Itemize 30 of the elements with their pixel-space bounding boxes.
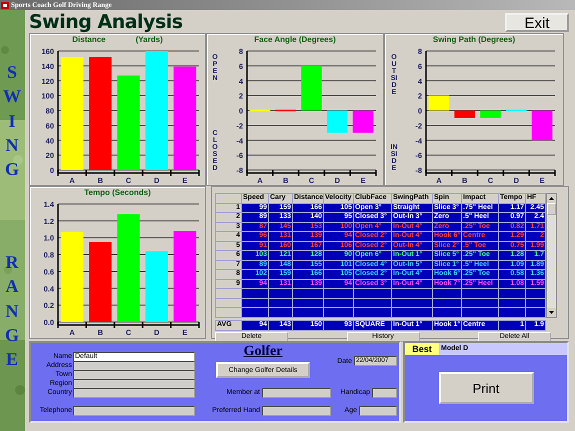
chart-title: Swing Path (Degrees) [432, 34, 516, 46]
input-field[interactable] [262, 388, 331, 398]
bar [352, 110, 374, 133]
bar [532, 110, 552, 140]
app-icon [1, 2, 9, 8]
input-field[interactable] [372, 388, 397, 398]
input-field[interactable] [262, 406, 331, 416]
side-title: SWING [3, 61, 21, 182]
table-corner [216, 194, 242, 203]
bar [454, 110, 476, 118]
bar [144, 251, 168, 322]
input-field[interactable] [359, 406, 397, 416]
chart-title: Distance [72, 34, 106, 46]
panel-title: Golfer [244, 344, 282, 360]
up-arrow-icon[interactable] [547, 194, 556, 203]
chart-unit: (Yards) [136, 34, 163, 46]
down-arrow-icon[interactable] [547, 308, 556, 316]
bar [301, 66, 322, 110]
print-button[interactable]: Print [438, 372, 534, 404]
side-title: RANGE [4, 251, 20, 372]
page-heading: Swing Analysis [29, 10, 183, 32]
bar [428, 96, 450, 110]
bar [326, 110, 348, 133]
bar [480, 110, 501, 118]
chart-title: Face Angle (Degrees) [254, 34, 336, 46]
scrollbar[interactable] [546, 193, 557, 318]
chart-title: Tempo (Seconds) [84, 187, 151, 199]
exit-button[interactable]: Exit [505, 13, 569, 32]
scroll-thumb[interactable] [547, 203, 556, 215]
best-label: Best [405, 343, 439, 355]
